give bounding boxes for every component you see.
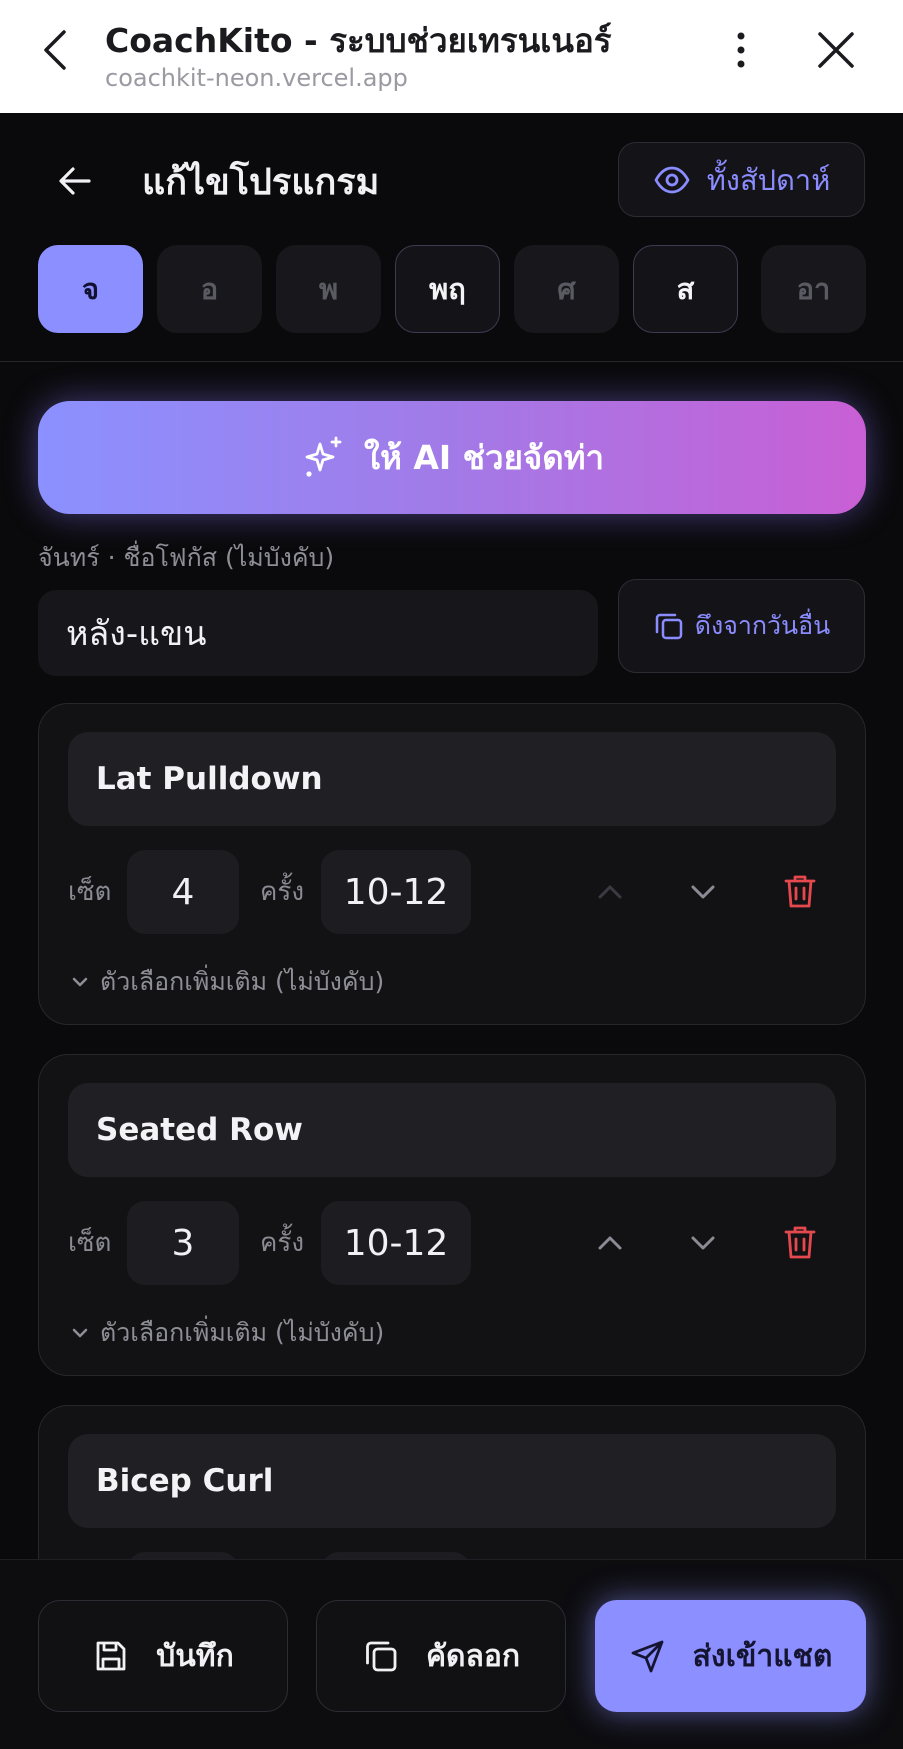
move-up-icon[interactable] (590, 1223, 630, 1263)
more-options-toggle[interactable]: ตัวเลือกเพิ่มเติม (ไม่บังคับ) (68, 962, 384, 1002)
day-label: พฤ (429, 272, 466, 306)
reps-label: ครั้ง (260, 1228, 305, 1258)
chevron-down-icon (72, 977, 88, 987)
move-up-icon[interactable] (590, 872, 630, 912)
more-vert-icon[interactable] (726, 26, 756, 74)
save-icon (96, 1641, 126, 1671)
exercise-name-input[interactable]: Bicep Curl (68, 1434, 836, 1528)
close-icon[interactable] (814, 28, 858, 72)
day-tab-sun[interactable]: อา (761, 245, 866, 333)
day-selector: จ อ พ พฤ ศ ส อา (38, 245, 866, 333)
copy-button[interactable]: คัดลอก (316, 1600, 566, 1712)
browser-title: CoachKito - ระบบช่วยเทรนเนอร์ (105, 21, 612, 60)
reps-input[interactable]: 10-12 (321, 850, 471, 934)
view-week-button[interactable]: ทั้งสัปดาห์ (618, 142, 865, 217)
day-tab-tue[interactable]: อ (157, 245, 262, 333)
reps-input[interactable]: 10-12 (321, 1201, 471, 1285)
view-week-label: ทั้งสัปดาห์ (706, 162, 831, 197)
eye-icon (654, 166, 690, 193)
day-label: พ (318, 272, 339, 306)
pull-from-other-day-button[interactable]: ดึงจากวันอื่น (618, 579, 865, 673)
focus-name-input[interactable]: หลัง-แขน (38, 590, 598, 676)
move-down-icon[interactable] (683, 1223, 723, 1263)
send-icon (631, 1640, 664, 1673)
copy-icon (366, 1641, 397, 1672)
back-icon[interactable] (38, 26, 74, 74)
sparkles-icon (305, 436, 342, 477)
send-label: ส่งเข้าแชต (692, 1638, 833, 1674)
browser-bar: CoachKito - ระบบช่วยเทรนเนอร์ coachkit-n… (0, 0, 903, 113)
reps-label: ครั้ง (260, 877, 305, 907)
day-label: จ (82, 272, 99, 306)
more-options-label: ตัวเลือกเพิ่มเติม (ไม่บังคับ) (100, 1318, 385, 1347)
more-options-label: ตัวเลือกเพิ่มเติม (ไม่บังคับ) (100, 967, 385, 996)
day-label: อ (200, 272, 219, 306)
sets-input[interactable]: 3 (127, 1201, 239, 1285)
divider (0, 361, 903, 362)
bottom-action-bar: บันทึก คัดลอก ส่งเข้าแชต (0, 1559, 903, 1749)
day-label: ส (676, 272, 695, 306)
exercise-name-input[interactable]: Seated Row (68, 1083, 836, 1177)
sets-label: เซ็ต (68, 1228, 112, 1258)
arrow-left-icon[interactable] (55, 161, 95, 201)
send-to-chat-button[interactable]: ส่งเข้าแชต (595, 1600, 866, 1712)
copy-icon (655, 613, 682, 640)
day-label: ศ (557, 272, 576, 306)
save-label: บันทึก (156, 1638, 234, 1674)
day-tab-sat[interactable]: ส (633, 245, 738, 333)
copy-label: คัดลอก (425, 1638, 521, 1674)
save-button[interactable]: บันทึก (38, 1600, 288, 1712)
exercise-name-input[interactable]: Lat Pulldown (68, 732, 836, 826)
app-screen: แก้ไขโปรแกรม ทั้งสัปดาห์ จ อ พ พฤ ศ ส อา… (0, 113, 903, 1749)
trash-icon[interactable] (779, 1221, 821, 1263)
sets-input[interactable]: 4 (127, 850, 239, 934)
day-tab-fri[interactable]: ศ (514, 245, 619, 333)
ai-assist-button[interactable]: ให้ AI ช่วยจัดท่า (38, 401, 866, 514)
chevron-down-icon (72, 1328, 88, 1338)
ai-assist-label: ให้ AI ช่วยจัดท่า (364, 438, 604, 477)
pull-label: ดึงจากวันอื่น (694, 611, 831, 640)
trash-icon[interactable] (779, 870, 821, 912)
day-tab-thu[interactable]: พฤ (395, 245, 500, 333)
focus-field-label: จันทร์ · ชื่อโฟกัส (ไม่บังคับ) (38, 543, 335, 572)
move-down-icon[interactable] (683, 872, 723, 912)
exercise-card: Seated Row เซ็ต 3 ครั้ง 10-12 ตัวเลือกเพ… (38, 1054, 866, 1376)
browser-url[interactable]: coachkit-neon.vercel.app (105, 64, 408, 92)
day-tab-mon[interactable]: จ (38, 245, 143, 333)
page-title: แก้ไขโปรแกรม (142, 162, 380, 203)
day-tab-wed[interactable]: พ (276, 245, 381, 333)
day-label: อา (796, 272, 831, 306)
exercise-card: Lat Pulldown เซ็ต 4 ครั้ง 10-12 ตัวเลือก… (38, 703, 866, 1025)
sets-label: เซ็ต (68, 877, 112, 907)
more-options-toggle[interactable]: ตัวเลือกเพิ่มเติม (ไม่บังคับ) (68, 1313, 384, 1353)
